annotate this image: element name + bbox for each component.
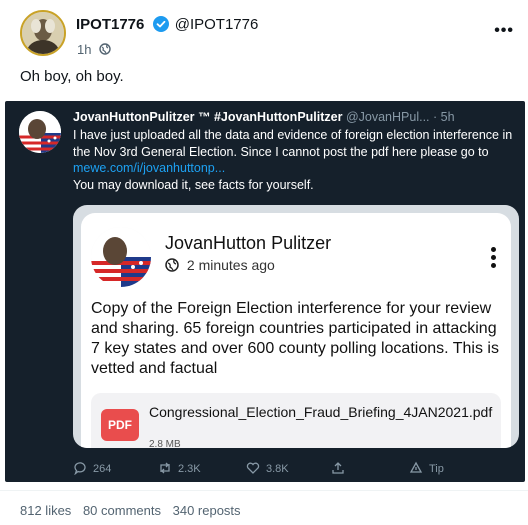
embed-retweet: 2.3K xyxy=(158,461,201,475)
embed-like: 3.8K xyxy=(246,461,289,475)
post-meta: 1h xyxy=(77,42,111,57)
post-time[interactable]: 1h xyxy=(77,42,91,57)
reply-count: 264 xyxy=(93,463,112,475)
embed-tip: Tip xyxy=(409,461,444,475)
card-inner: JovanHutton Pulitzer 2 minutes ago Copy … xyxy=(81,213,511,448)
author-row: IPOT1776 @IPOT1776 xyxy=(76,16,258,33)
author-display-name[interactable]: IPOT1776 xyxy=(76,16,144,33)
avatar[interactable] xyxy=(20,10,66,56)
pdf-icon: PDF xyxy=(101,409,139,441)
card-avatar xyxy=(91,227,151,287)
divider xyxy=(0,490,528,491)
retweet-count: 2.3K xyxy=(178,463,201,475)
more-options-button[interactable]: ••• xyxy=(494,22,514,40)
card-text: Copy of the Foreign Election interferenc… xyxy=(91,300,499,377)
embed-body-text-2: You may download it, see facts for yours… xyxy=(73,177,314,192)
attachment-filename: Congressional_Election_Fraud_Briefing_4J… xyxy=(149,404,493,420)
globe-icon xyxy=(99,43,111,55)
pdf-attachment: PDF Congressional_Election_Fraud_Briefin… xyxy=(91,393,501,448)
mewe-post-card: JovanHutton Pulitzer 2 minutes ago Copy … xyxy=(73,205,519,448)
tip-icon xyxy=(409,461,423,473)
card-author-name: JovanHutton Pulitzer xyxy=(165,233,332,253)
kebab-menu-icon xyxy=(491,247,497,269)
card-time: 2 minutes ago xyxy=(186,257,275,273)
embed-share xyxy=(331,461,351,475)
reposts-count[interactable]: 340 reposts xyxy=(173,503,241,518)
embedded-tweet-screenshot[interactable]: JovanHuttonPulitzer ™ #JovanHuttonPulitz… xyxy=(5,101,525,482)
engagement-stats: 812 likes 80 comments 340 reposts xyxy=(20,503,249,518)
retweet-icon xyxy=(160,462,170,474)
heart-icon xyxy=(246,462,260,474)
avatar-portrait-icon xyxy=(22,12,64,54)
card-time-row: 2 minutes ago xyxy=(165,257,275,273)
author-username[interactable]: @IPOT1776 xyxy=(175,16,259,33)
embed-actions: 264 2.3K 3.8K Tip xyxy=(73,461,513,477)
flag-avatar-icon xyxy=(91,227,151,287)
embed-display-name: JovanHuttonPulitzer ™ #JovanHuttonPulitz… xyxy=(73,110,343,124)
embed-body: I have just uploaded all the data and ev… xyxy=(73,127,513,193)
post-header: IPOT1776 @IPOT1776 1h ••• xyxy=(20,10,513,60)
embed-link: mewe.com/i/jovanhuttonp... xyxy=(73,161,226,175)
verified-badge-icon xyxy=(152,16,169,32)
embed-handle-time: @JovanHPul... · 5h xyxy=(345,110,455,124)
attachment-size: 2.8 MB xyxy=(149,439,181,448)
post-text: Oh boy, oh boy. xyxy=(20,68,124,85)
globe-icon xyxy=(165,258,179,272)
tip-label: Tip xyxy=(429,463,444,475)
flag-avatar-icon xyxy=(19,111,61,153)
likes-count[interactable]: 812 likes xyxy=(20,503,71,518)
embed-reply: 264 xyxy=(73,461,112,476)
reply-icon xyxy=(74,462,86,476)
like-count: 3.8K xyxy=(266,463,289,475)
embed-author-row: JovanHuttonPulitzer ™ #JovanHuttonPulitz… xyxy=(73,110,455,124)
share-icon xyxy=(332,462,344,474)
comments-count[interactable]: 80 comments xyxy=(83,503,161,518)
embed-avatar xyxy=(19,111,61,153)
embed-body-text: I have just uploaded all the data and ev… xyxy=(73,128,513,159)
